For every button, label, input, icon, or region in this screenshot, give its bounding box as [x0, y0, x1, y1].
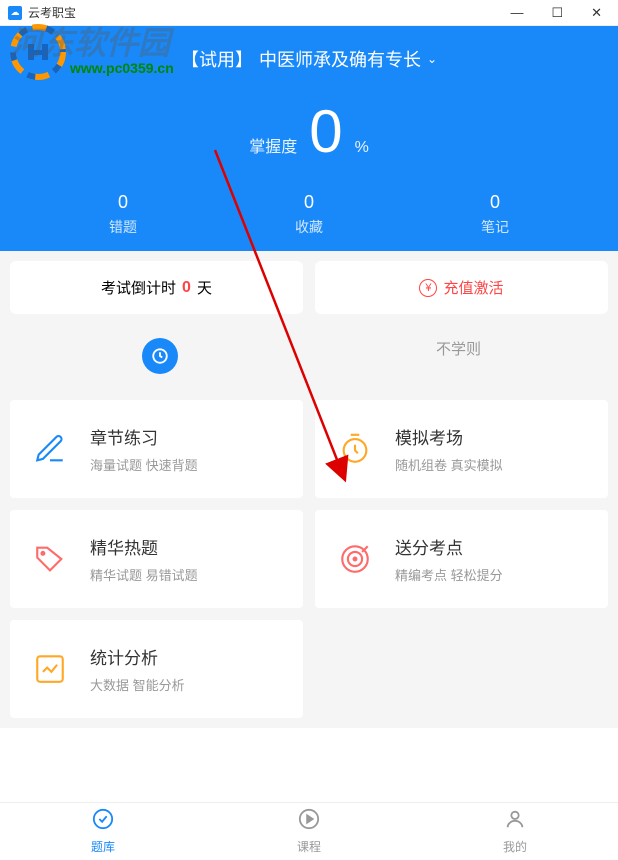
mastery-value: 0	[309, 102, 342, 162]
pencil-icon	[91, 808, 115, 836]
feature-title: 统计分析	[90, 644, 283, 669]
mastery-unit: %	[355, 139, 369, 157]
stat-value: 0	[481, 192, 509, 213]
course-name: 中医师承及确有专长	[259, 46, 421, 72]
countdown-value: 0	[182, 279, 191, 297]
tab-label: 不学则	[436, 341, 481, 358]
close-button[interactable]: ✕	[591, 5, 602, 21]
feature-title: 精华热题	[90, 534, 283, 559]
stats-row: 0 错题 0 收藏 0 笔记	[0, 192, 618, 237]
nav-label: 我的	[503, 838, 527, 855]
feature-hot-questions[interactable]: 精华热题 精华试题 易错试题	[10, 510, 303, 608]
feature-statistics[interactable]: 统计分析 大数据 智能分析	[10, 620, 303, 718]
app-title: 云考职宝	[28, 4, 510, 21]
feature-key-points[interactable]: 送分考点 精编考点 轻松提分	[315, 510, 608, 608]
edit-icon	[30, 429, 70, 469]
feature-title: 章节练习	[90, 424, 283, 449]
stat-label: 收藏	[295, 217, 323, 237]
tab-nostudy[interactable]: 不学则	[309, 324, 608, 388]
maximize-button[interactable]: ☐	[551, 5, 563, 21]
tag-icon	[30, 539, 70, 579]
feature-sub: 随机组卷 真实模拟	[395, 455, 588, 474]
yuan-icon: ¥	[419, 279, 437, 297]
course-selector[interactable]: 【试用】中医师承及确有专长 ⌄	[0, 46, 618, 72]
feature-mock-exam[interactable]: 模拟考场 随机组卷 真实模拟	[315, 400, 608, 498]
countdown-card[interactable]: 考试倒计时 0 天	[10, 261, 303, 314]
minimize-button[interactable]: —	[510, 5, 523, 21]
stat-favorites[interactable]: 0 收藏	[295, 192, 323, 237]
chevron-down-icon: ⌄	[427, 52, 437, 66]
countdown-suffix: 天	[197, 277, 212, 298]
titlebar: ☁ 云考职宝 — ☐ ✕	[0, 0, 618, 26]
nav-label: 课程	[297, 838, 321, 855]
recharge-label: 充值激活	[443, 277, 503, 298]
mastery-display: 掌握度 0 %	[0, 102, 618, 162]
nav-label: 题库	[91, 838, 115, 855]
feature-sub: 海量试题 快速背题	[90, 455, 283, 474]
feature-sub: 精编考点 轻松提分	[395, 565, 588, 584]
feature-title: 送分考点	[395, 534, 588, 559]
content-area: 考试倒计时 0 天 ¥ 充值激活 不学则 章节练习 海量试题 快速背题	[0, 251, 618, 728]
feature-sub: 精华试题 易错试题	[90, 565, 283, 584]
target-icon	[335, 539, 375, 579]
tab-study[interactable]	[10, 324, 309, 388]
stat-value: 0	[295, 192, 323, 213]
stat-notes[interactable]: 0 笔记	[481, 192, 509, 237]
nav-profile[interactable]: 我的	[503, 808, 527, 855]
tab-row: 不学则	[10, 324, 608, 388]
nav-question-bank[interactable]: 题库	[91, 808, 115, 855]
clock-icon	[142, 338, 178, 374]
app-icon: ☁	[8, 6, 22, 20]
action-row: 考试倒计时 0 天 ¥ 充值激活	[10, 251, 608, 324]
features-grid: 章节练习 海量试题 快速背题 模拟考场 随机组卷 真实模拟 精华热题 精华试题 …	[10, 400, 608, 718]
play-icon	[297, 808, 321, 836]
feature-sub: 大数据 智能分析	[90, 675, 283, 694]
mastery-label: 掌握度	[249, 133, 297, 157]
bottom-nav: 题库 课程 我的	[0, 802, 618, 860]
nav-courses[interactable]: 课程	[297, 808, 321, 855]
chart-icon	[30, 649, 70, 689]
stat-label: 错题	[109, 217, 137, 237]
course-prefix: 【试用】	[181, 46, 253, 72]
feature-title: 模拟考场	[395, 424, 588, 449]
header: 【试用】中医师承及确有专长 ⌄ 掌握度 0 % 0 错题 0 收藏 0 笔记	[0, 26, 618, 251]
timer-icon	[335, 429, 375, 469]
recharge-card[interactable]: ¥ 充值激活	[315, 261, 608, 314]
window-controls: — ☐ ✕	[510, 5, 610, 21]
stat-wrong[interactable]: 0 错题	[109, 192, 137, 237]
stat-label: 笔记	[481, 217, 509, 237]
stat-value: 0	[109, 192, 137, 213]
feature-chapter-practice[interactable]: 章节练习 海量试题 快速背题	[10, 400, 303, 498]
countdown-prefix: 考试倒计时	[101, 277, 176, 298]
user-icon	[503, 808, 527, 836]
